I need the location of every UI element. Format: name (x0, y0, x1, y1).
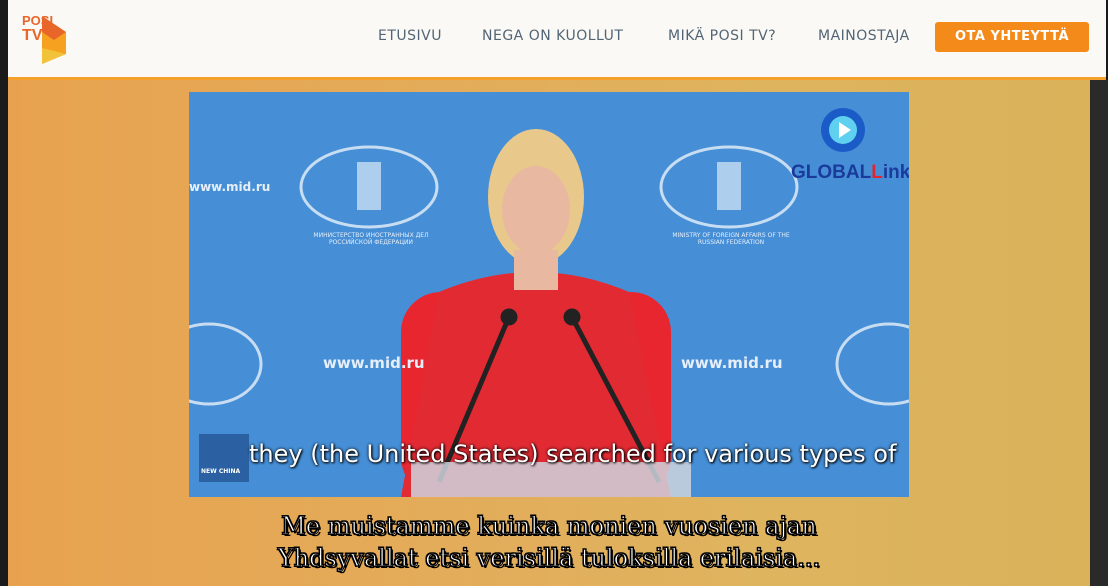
video-player[interactable]: www.mid.ru www.mid.ru www.mid.ru МИНИСТЕ… (189, 92, 909, 497)
nav-nega-on-kuollut[interactable]: NEGA ON KUOLLUT (482, 28, 623, 44)
new-china-label: NEW CHINA (201, 468, 241, 475)
contact-button[interactable]: OTA YHTEYTTÄ (935, 22, 1089, 52)
backdrop-ministry-en: MINISTRY OF FOREIGN AFFAIRS OF THE RUSSI… (672, 232, 790, 246)
posi-tv-logo[interactable]: POSI TV (20, 10, 72, 64)
backdrop-url-right: www.mid.ru (681, 354, 783, 372)
video-frame (189, 92, 909, 497)
backdrop-ministry-ru: МИНИСТЕРСТВО ИНОСТРАННЫХ ДЕЛ РОССИЙСКОЙ … (313, 232, 429, 246)
logo-text-tv: TV (22, 27, 43, 44)
logo-text: POSI TV (22, 14, 53, 44)
backdrop-url-left: www.mid.ru (189, 180, 271, 194)
nav-mainostaja[interactable]: MAINOSTAJA (818, 28, 910, 44)
globalink-brand: GLOBALLink (791, 162, 909, 184)
globalink-b: ink (882, 162, 909, 183)
logo-text-posi: POSI (22, 13, 54, 28)
backdrop-url-center: www.mid.ru (323, 354, 425, 372)
subtitle-line-1: Me muistamme kuinka monien vuosien ajan (281, 512, 817, 541)
video-caption: they (the United States) searched for va… (249, 440, 897, 468)
nav-etusivu[interactable]: ETUSIVU (378, 28, 442, 44)
subtitle-line-2: Yhdsyvallat etsi verisillä tuloksilla er… (277, 544, 821, 573)
globalink-a: GLOBAL (791, 162, 872, 183)
globalink-l: L (871, 162, 883, 183)
page-edge-left (0, 80, 8, 586)
nav-mika-posi-tv[interactable]: MIKÄ POSI TV? (668, 28, 776, 44)
page-edge-right (1090, 80, 1108, 586)
